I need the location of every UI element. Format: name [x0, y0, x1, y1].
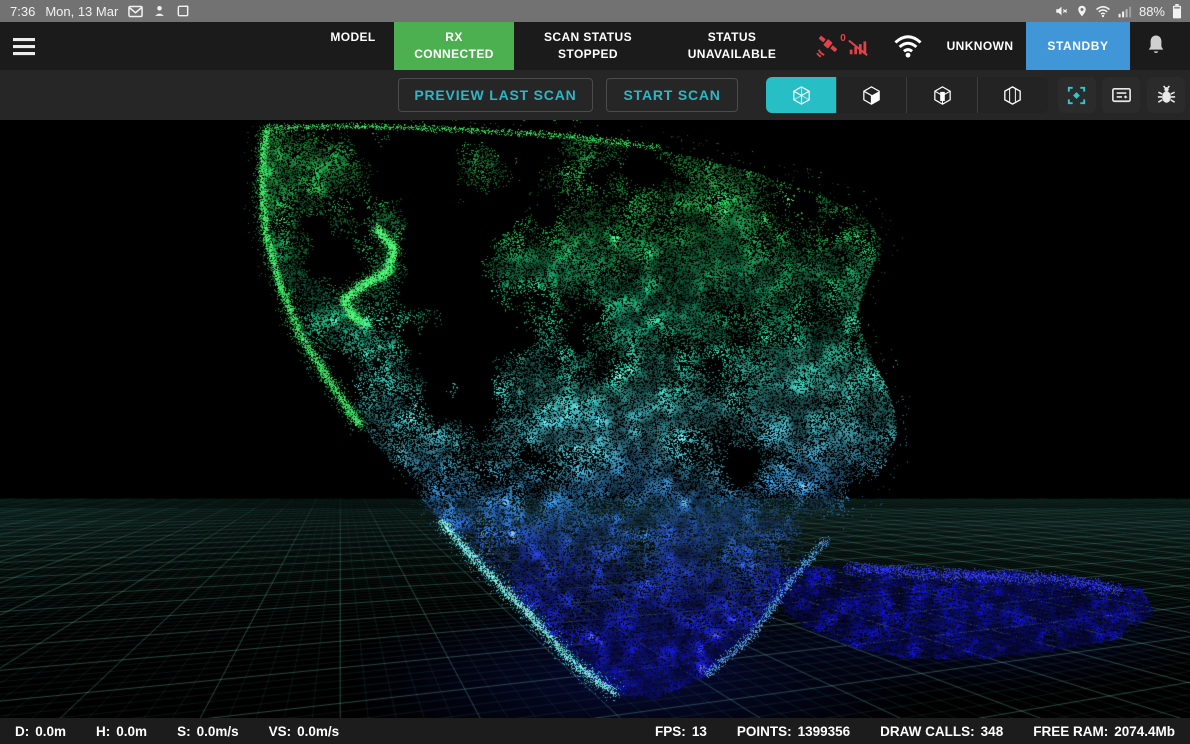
battery-percent: 88%	[1139, 4, 1165, 19]
view-cube-solid-icon[interactable]	[837, 77, 908, 113]
stat-points: POINTS:1399356	[737, 724, 850, 739]
scan-status-label: SCAN STATUS STOPPED	[514, 22, 662, 70]
wifi-link-icon	[882, 22, 934, 70]
satellite-icon	[815, 33, 841, 59]
screen-rotation-icon	[176, 4, 190, 18]
model-label: MODEL	[312, 22, 394, 70]
stat-draw-calls: DRAW CALLS:348	[880, 724, 1003, 739]
cellular-signal-icon	[1118, 5, 1132, 18]
clock: 7:36	[10, 4, 35, 19]
preview-last-scan-button[interactable]: PREVIEW LAST SCAN	[398, 78, 593, 112]
date: Mon, 13 Mar	[45, 4, 118, 19]
no-signal-icon	[847, 35, 869, 57]
telemetry-bar: D:0.0m H:0.0m S:0.0m/s VS:0.0m/s FPS:13 …	[0, 718, 1190, 744]
app-header: MODEL RX CONNECTED SCAN STATUS STOPPED S…	[0, 22, 1190, 70]
stat-height: H:0.0m	[96, 724, 147, 739]
standby-button[interactable]: STANDBY	[1026, 22, 1130, 70]
start-scan-button[interactable]: START SCAN	[606, 78, 738, 112]
pointcloud-viewport[interactable]	[0, 120, 1190, 718]
stat-speed: S:0.0m/s	[177, 724, 239, 739]
gps-status: 0	[802, 22, 882, 70]
wifi-icon	[1095, 5, 1111, 18]
view-mode-segmented-control	[766, 77, 1048, 113]
status-label: STATUS UNAVAILABLE	[662, 22, 802, 70]
link-state-label: UNKNOWN	[934, 22, 1026, 70]
telemetry-left: D:0.0m H:0.0m S:0.0m/s VS:0.0m/s	[0, 724, 354, 739]
debug-bug-button[interactable]	[1147, 77, 1185, 113]
sound-muted-icon	[1054, 4, 1069, 18]
menu-icon[interactable]	[0, 22, 48, 70]
telemetry-right: FPS:13 POINTS:1399356 DRAW CALLS:348 FRE…	[640, 724, 1190, 739]
gmail-icon	[128, 5, 143, 18]
battery-icon	[1172, 4, 1182, 19]
notifications-bell-icon[interactable]	[1130, 22, 1182, 70]
gps-satellite-count: 0	[840, 33, 846, 44]
person-icon	[153, 4, 166, 18]
stat-free-ram: FREE RAM:2074.4Mb	[1033, 724, 1175, 739]
location-icon	[1076, 4, 1088, 18]
stat-distance: D:0.0m	[15, 724, 66, 739]
view-cube-section-icon[interactable]	[907, 77, 978, 113]
rx-status-badge[interactable]: RX CONNECTED	[394, 22, 514, 70]
android-status-bar: 7:36 Mon, 13 Mar	[0, 0, 1190, 22]
scan-toolbar: PREVIEW LAST SCAN START SCAN	[0, 70, 1190, 120]
view-cube-frame-icon[interactable]	[978, 77, 1048, 113]
console-log-button[interactable]	[1102, 77, 1140, 113]
app-root: 7:36 Mon, 13 Mar	[0, 0, 1190, 744]
stat-fps: FPS:13	[655, 724, 707, 739]
recenter-view-button[interactable]	[1058, 77, 1096, 113]
view-cube-wireframe-icon[interactable]	[766, 77, 837, 113]
stat-vertical-speed: VS:0.0m/s	[269, 724, 340, 739]
pointcloud-canvas[interactable]	[0, 120, 1190, 718]
